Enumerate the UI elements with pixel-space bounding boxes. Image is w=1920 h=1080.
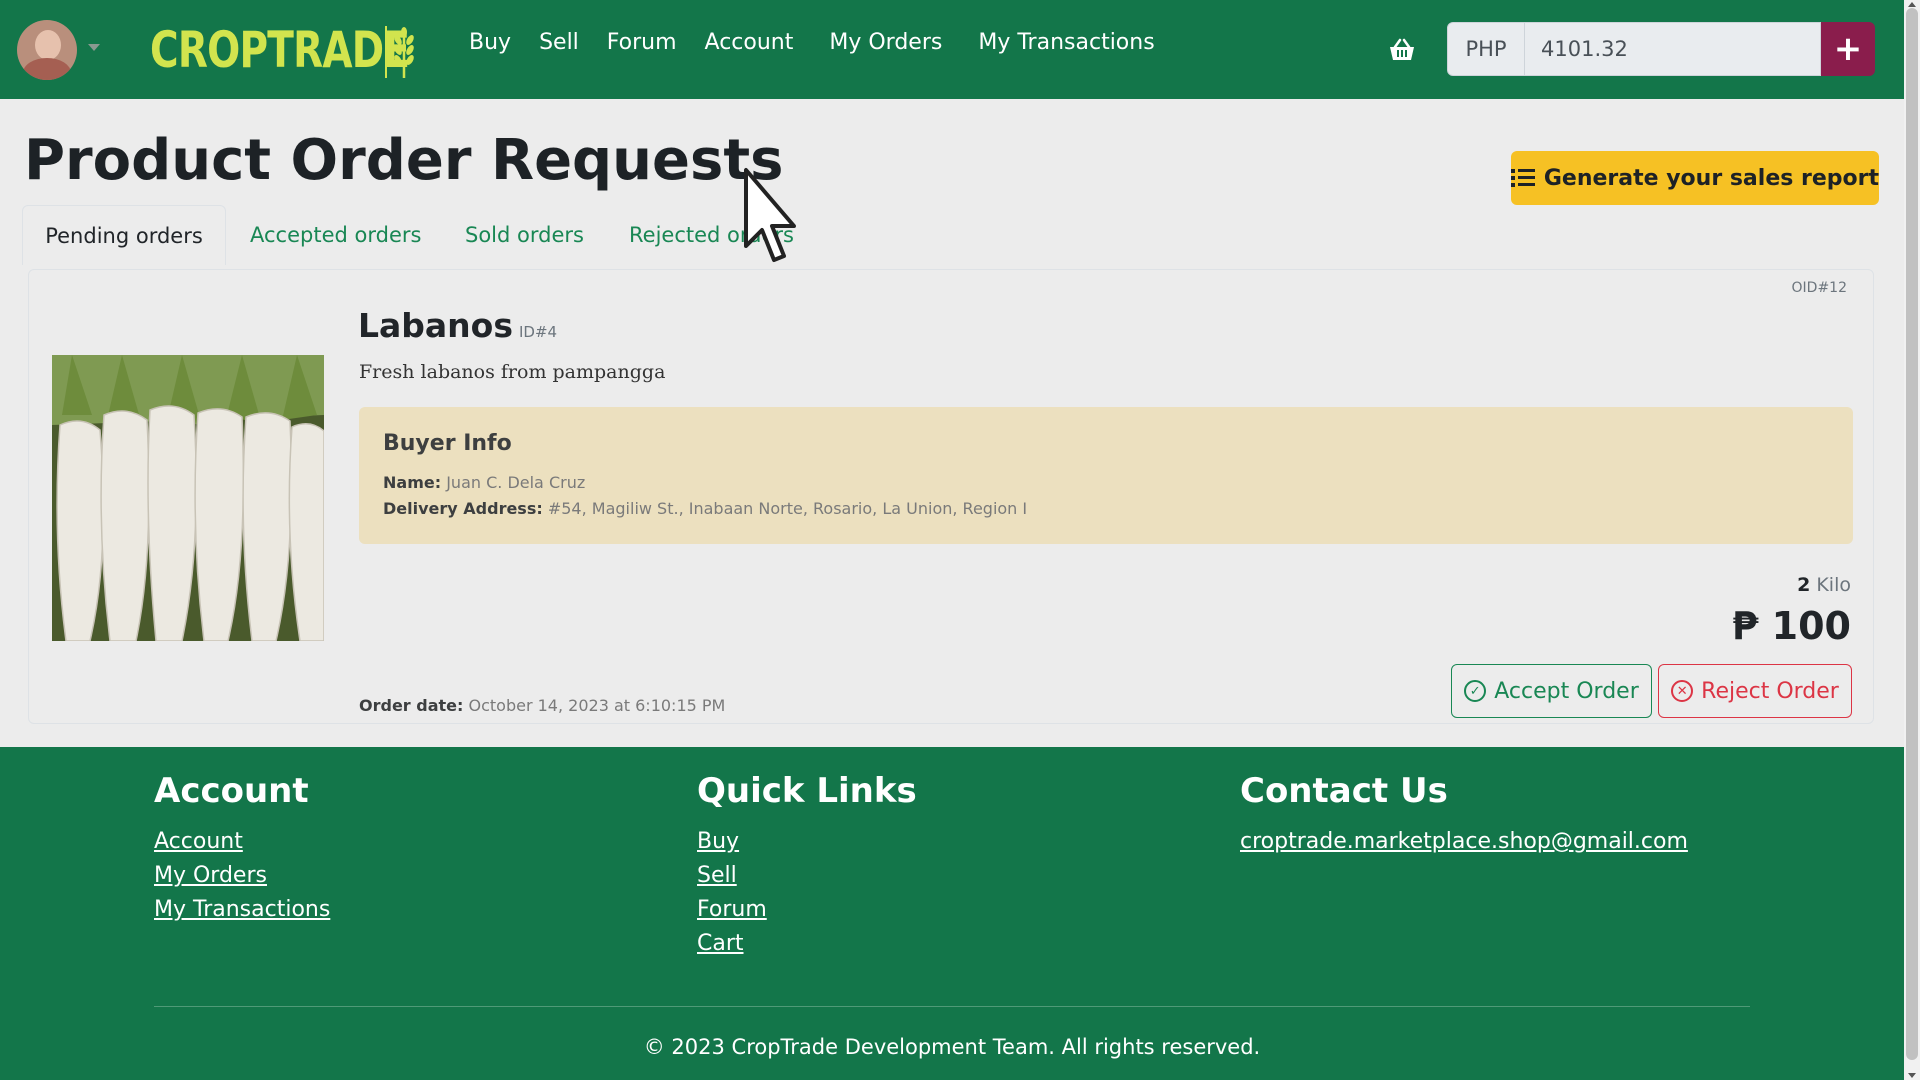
brand-logo[interactable]: CROPTRADE xyxy=(150,18,482,82)
order-card: OID#12 Labanos ID#4 Fresh labanos from pa… xyxy=(28,269,1874,724)
buyer-info-box: Buyer Info Name: Juan C. Dela Cruz Deliv… xyxy=(359,407,1853,544)
check-circle-icon: ✓ xyxy=(1464,680,1487,702)
balance-amount: 4101.32 xyxy=(1525,22,1821,76)
product-id: ID#4 xyxy=(519,323,558,341)
page-title: Product Order Requests xyxy=(24,128,784,193)
nav-buy[interactable]: Buy xyxy=(469,30,511,55)
scrollbar-thumb[interactable] xyxy=(1906,8,1918,1060)
mouse-cursor-icon xyxy=(744,168,796,262)
tab-pending-orders[interactable]: Pending orders xyxy=(22,205,226,265)
buyer-name: Name: Juan C. Dela Cruz xyxy=(383,473,586,492)
reject-order-label: Reject Order xyxy=(1701,678,1839,704)
scroll-down-arrow-icon[interactable] xyxy=(1908,1073,1916,1078)
generate-sales-report-button[interactable]: Generate your sales report xyxy=(1511,151,1879,205)
wheat-icon xyxy=(385,26,414,78)
tab-sold-orders[interactable]: Sold orders xyxy=(465,205,584,265)
scroll-up-arrow-icon[interactable] xyxy=(1908,2,1916,7)
footer-link-forum[interactable]: Forum xyxy=(697,893,917,927)
order-quantity: 2 Kilo xyxy=(1797,574,1851,596)
footer-link-account[interactable]: Account xyxy=(154,825,330,859)
footer-account-column: Account Account My Orders My Transaction… xyxy=(154,771,330,927)
order-date: Order date: October 14, 2023 at 6:10:15 … xyxy=(359,696,726,715)
footer-link-my-orders[interactable]: My Orders xyxy=(154,859,330,893)
chevron-down-icon[interactable] xyxy=(88,44,100,51)
nav-my-transactions[interactable]: My Transactions xyxy=(978,30,1154,55)
order-id: OID#12 xyxy=(1791,280,1847,296)
user-avatar[interactable] xyxy=(17,20,77,80)
product-description: Fresh labanos from pampangga xyxy=(359,361,666,383)
footer-contact-column: Contact Us croptrade.marketplace.shop@gm… xyxy=(1240,771,1688,859)
nav-sell[interactable]: Sell xyxy=(539,30,579,55)
basket-icon[interactable] xyxy=(1388,38,1416,62)
footer-link-buy[interactable]: Buy xyxy=(697,825,917,859)
buyer-info-title: Buyer Info xyxy=(383,431,512,456)
product-name: Labanos ID#4 xyxy=(358,306,558,345)
nav-account[interactable]: Account xyxy=(705,30,794,55)
brand-name: CROPTRADE xyxy=(150,21,410,79)
footer-contact-email[interactable]: croptrade.marketplace.shop@gmail.com xyxy=(1240,825,1688,859)
tab-accepted-orders[interactable]: Accepted orders xyxy=(250,205,421,265)
order-status-tabs: Pending orders Accepted orders Sold orde… xyxy=(22,205,1882,265)
avatar-body xyxy=(23,58,71,80)
footer-account-title: Account xyxy=(154,771,309,811)
copyright-text: © 2023 CropTrade Development Team. All r… xyxy=(643,1035,1261,1059)
page-scrollbar[interactable] xyxy=(1904,0,1920,1080)
wallet-balance: PHP 4101.32 + xyxy=(1447,22,1875,76)
footer-link-sell[interactable]: Sell xyxy=(697,859,917,893)
accept-order-button[interactable]: ✓ Accept Order xyxy=(1451,664,1652,718)
top-navbar: CROPTRADE Buy Sell Forum Account My Orde… xyxy=(0,0,1904,99)
currency-label: PHP xyxy=(1447,22,1525,76)
order-price: ₱ 100 xyxy=(1732,604,1851,648)
x-circle-icon: ✕ xyxy=(1671,680,1694,702)
footer-link-my-transactions[interactable]: My Transactions xyxy=(154,893,330,927)
footer-link-cart[interactable]: Cart xyxy=(697,927,917,961)
footer-quick-links-column: Quick Links Buy Sell Forum Cart xyxy=(697,771,917,961)
list-icon xyxy=(1511,168,1535,188)
nav-forum[interactable]: Forum xyxy=(607,30,677,55)
buyer-address: Delivery Address: #54, Magiliw St., Inab… xyxy=(383,499,1028,518)
add-funds-button[interactable]: + xyxy=(1821,22,1875,76)
footer-divider xyxy=(154,1006,1750,1007)
site-footer: Account Account My Orders My Transaction… xyxy=(0,747,1904,1080)
accept-order-label: Accept Order xyxy=(1494,678,1639,704)
reject-order-button[interactable]: ✕ Reject Order xyxy=(1658,664,1852,718)
nav-my-orders[interactable]: My Orders xyxy=(829,30,942,55)
product-image xyxy=(52,355,324,641)
footer-quick-links-title: Quick Links xyxy=(697,771,917,811)
main-nav: Buy Sell Forum Account My Orders My Tran… xyxy=(469,30,1183,55)
report-button-label: Generate your sales report xyxy=(1543,165,1879,191)
avatar-face xyxy=(35,30,61,60)
footer-contact-title: Contact Us xyxy=(1240,771,1448,811)
